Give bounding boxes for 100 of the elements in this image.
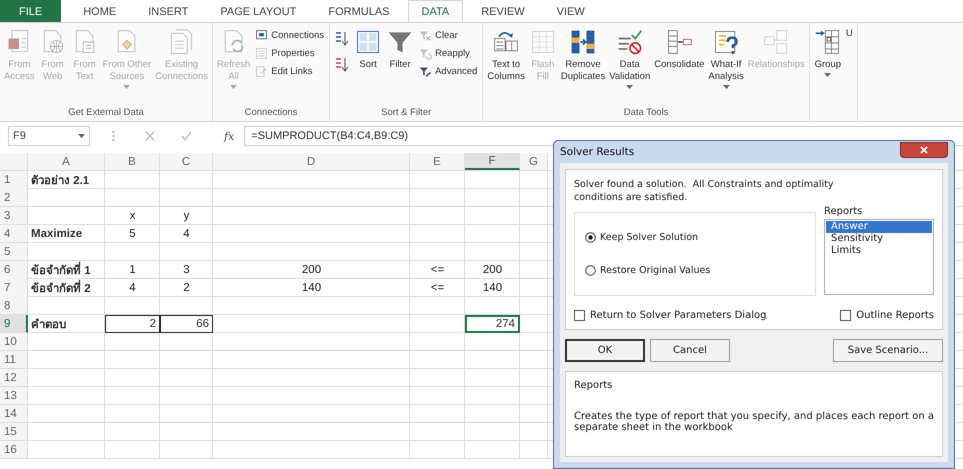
- list-icon: [255, 47, 268, 60]
- cell[interactable]: 140: [465, 279, 520, 297]
- row-header[interactable]: 9: [0, 315, 28, 333]
- reports-list[interactable]: Answer Sensitivity Limits: [824, 218, 934, 294]
- cell[interactable]: 274: [465, 315, 520, 333]
- caret-icon: [78, 134, 85, 138]
- cell[interactable]: คำตอบ: [28, 315, 105, 333]
- cell[interactable]: ข้อจำกัดที่ 1: [28, 261, 105, 279]
- list-item[interactable]: Sensitivity: [826, 232, 932, 244]
- column-header[interactable]: G: [520, 153, 548, 170]
- ribbon-button[interactable]: Connections: [252, 27, 328, 44]
- list-arrow-icon: [665, 28, 694, 56]
- row-header[interactable]: 8: [0, 297, 28, 314]
- check-icon[interactable]: [181, 131, 192, 141]
- row-header[interactable]: 15: [0, 423, 28, 440]
- row-header[interactable]: 16: [0, 441, 28, 458]
- dialog-button[interactable]: OK: [565, 339, 645, 362]
- ribbon-button[interactable]: Filter: [384, 25, 416, 74]
- filter-reapply-icon: [419, 47, 432, 60]
- check-prohibit-icon: [616, 28, 644, 56]
- file-tab[interactable]: FILE: [0, 0, 62, 22]
- dialog-title: Solver Results: [560, 146, 634, 158]
- column-header[interactable]: A: [28, 153, 105, 170]
- link-icon: [255, 65, 268, 78]
- ribbon-button[interactable]: Consolidate: [652, 25, 706, 74]
- cell[interactable]: 4: [160, 225, 213, 242]
- cell[interactable]: ตัวอย่าง 2.1: [28, 171, 105, 189]
- result-message: Solver found a solution. All Constraints and optimality conditions are satisfied.: [574, 178, 834, 204]
- insert-function-button[interactable]: fx: [218, 130, 240, 142]
- cell[interactable]: 66: [160, 315, 213, 333]
- radio-option[interactable]: Keep Solver Solution: [585, 232, 805, 243]
- close-button[interactable]: [900, 142, 948, 158]
- column-header[interactable]: E: [410, 153, 465, 170]
- ribbon-button[interactable]: Group: [812, 25, 844, 80]
- filter-pencil-icon: [419, 65, 432, 78]
- row-header[interactable]: 13: [0, 387, 28, 404]
- cell[interactable]: Maximize: [28, 225, 105, 242]
- ribbon-button[interactable]: Remove Duplicates: [558, 25, 608, 86]
- column-header[interactable]: F: [465, 153, 520, 170]
- list-item[interactable]: Limits: [826, 244, 932, 256]
- ribbon-tab[interactable]: DATA: [408, 0, 464, 22]
- cell[interactable]: 2: [105, 315, 160, 333]
- cell[interactable]: 3: [160, 261, 213, 279]
- ribbon-tab[interactable]: INSERT: [134, 0, 202, 22]
- close-icon: [920, 146, 928, 154]
- radio-option[interactable]: Restore Original Values: [585, 265, 805, 276]
- cell[interactable]: 5: [105, 225, 160, 242]
- cell[interactable]: 4: [105, 279, 160, 297]
- group-label: Data Tools: [622, 107, 670, 120]
- name-box[interactable]: F9: [8, 126, 90, 146]
- screen-icon: [255, 29, 268, 42]
- column-header[interactable]: B: [105, 153, 160, 170]
- ribbon-button[interactable]: U: [844, 25, 855, 43]
- ribbon-tab[interactable]: VIEW: [542, 0, 599, 22]
- column-header[interactable]: D: [213, 153, 410, 170]
- cell[interactable]: ข้อจำกัดที่ 2: [28, 279, 105, 297]
- row-header[interactable]: 3: [0, 207, 28, 224]
- dialog-button[interactable]: Save Scenario...: [833, 339, 943, 362]
- cell[interactable]: <=: [410, 261, 465, 279]
- column-header[interactable]: C: [160, 153, 213, 170]
- row-header[interactable]: 5: [0, 243, 28, 260]
- info-title: Reports: [574, 380, 614, 391]
- ribbon-button[interactable]: Data Validation: [607, 25, 652, 92]
- ribbon-button[interactable]: What-If Analysis: [706, 25, 746, 92]
- row-header[interactable]: 10: [0, 333, 28, 350]
- cell[interactable]: 140: [213, 279, 410, 297]
- cell[interactable]: y: [160, 207, 213, 224]
- checkbox-option[interactable]: Outline Reports: [840, 310, 934, 321]
- sort-ascending-icon[interactable]: [335, 31, 350, 47]
- info-text: Creates the type of report that you specify, and places each report on a separate sheet in the workbook: [574, 411, 934, 433]
- ribbon-button[interactable]: Sort: [352, 25, 384, 74]
- row-header[interactable]: 11: [0, 351, 28, 368]
- drag-handle-icon: [112, 130, 115, 142]
- row-header[interactable]: 6: [0, 261, 28, 279]
- group-label: Connections: [244, 107, 298, 120]
- sort-descending-icon[interactable]: [335, 57, 350, 73]
- group-icon: [814, 28, 842, 56]
- cell[interactable]: 2: [160, 279, 213, 297]
- dialog-button[interactable]: Cancel: [650, 339, 730, 362]
- row-header[interactable]: 7: [0, 279, 28, 297]
- checkbox-option[interactable]: Return to Solver Parameters Dialog: [574, 310, 766, 321]
- row-header[interactable]: 14: [0, 405, 28, 422]
- ribbon-tab[interactable]: FORMULAS: [314, 0, 404, 22]
- cell[interactable]: <=: [410, 279, 465, 297]
- ribbon-button[interactable]: Text to Columns: [485, 25, 527, 86]
- group-label: Sort & Filter: [380, 107, 432, 120]
- row-header[interactable]: 1: [0, 171, 28, 189]
- cell[interactable]: 200: [213, 261, 410, 279]
- row-header[interactable]: 2: [0, 189, 28, 206]
- ribbon-tab[interactable]: PAGE LAYOUT: [206, 0, 310, 22]
- cell[interactable]: 1: [105, 261, 160, 279]
- row-header[interactable]: 4: [0, 225, 28, 242]
- ribbon-tab[interactable]: REVIEW: [467, 0, 539, 22]
- row-header[interactable]: 12: [0, 369, 28, 386]
- filter-clear-icon: [419, 29, 432, 42]
- ribbon-tab[interactable]: HOME: [69, 0, 130, 22]
- cell[interactable]: 200: [465, 261, 520, 279]
- list-item[interactable]: Answer: [826, 220, 932, 232]
- ribbon-button[interactable]: Advanced: [416, 63, 480, 80]
- cell[interactable]: x: [105, 207, 160, 224]
